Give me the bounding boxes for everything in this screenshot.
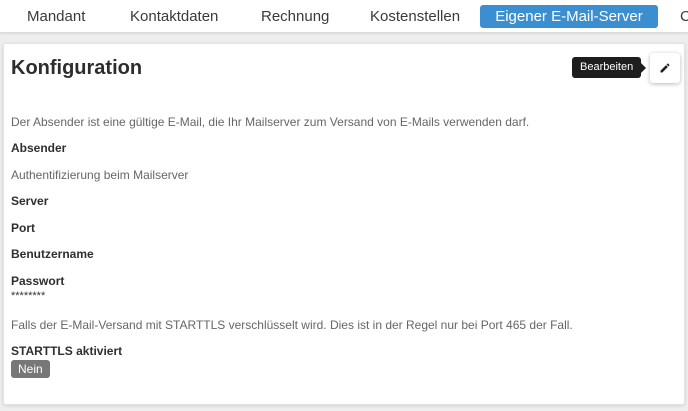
username-label: Benutzername — [11, 247, 94, 261]
tab-mandant[interactable]: Mandant — [27, 5, 85, 28]
card-title: Konfiguration — [11, 57, 143, 79]
tab-more[interactable]: C — [680, 5, 688, 28]
configuration-card: Konfiguration Bearbeiten Der Absender is… — [3, 43, 685, 405]
server-label: Server — [11, 194, 49, 208]
tab-eigener-email-server[interactable]: Eigener E-Mail-Server — [480, 5, 658, 28]
edit-button[interactable] — [650, 53, 680, 83]
password-label: Passwort — [11, 274, 65, 288]
pencil-icon — [660, 63, 670, 73]
edit-tooltip: Bearbeiten — [572, 57, 647, 78]
tab-kostenstellen[interactable]: Kostenstellen — [370, 5, 460, 28]
tab-bar: Mandant Kontaktdaten Rechnung Kostenstel… — [0, 0, 688, 33]
tab-rechnung[interactable]: Rechnung — [261, 5, 329, 28]
port-label: Port — [11, 221, 35, 235]
password-value: ******** — [11, 290, 46, 302]
auth-hint: Authentifizierung beim Mailserver — [11, 168, 189, 182]
sender-label: Absender — [11, 141, 67, 155]
starttls-status-badge: Nein — [11, 360, 50, 378]
sender-hint: Der Absender ist eine gültige E-Mail, di… — [11, 115, 530, 129]
tab-kontaktdaten[interactable]: Kontaktdaten — [130, 5, 218, 28]
starttls-hint: Falls der E-Mail-Versand mit STARTTLS ve… — [11, 318, 573, 332]
starttls-label: STARTTLS aktiviert — [11, 344, 123, 358]
